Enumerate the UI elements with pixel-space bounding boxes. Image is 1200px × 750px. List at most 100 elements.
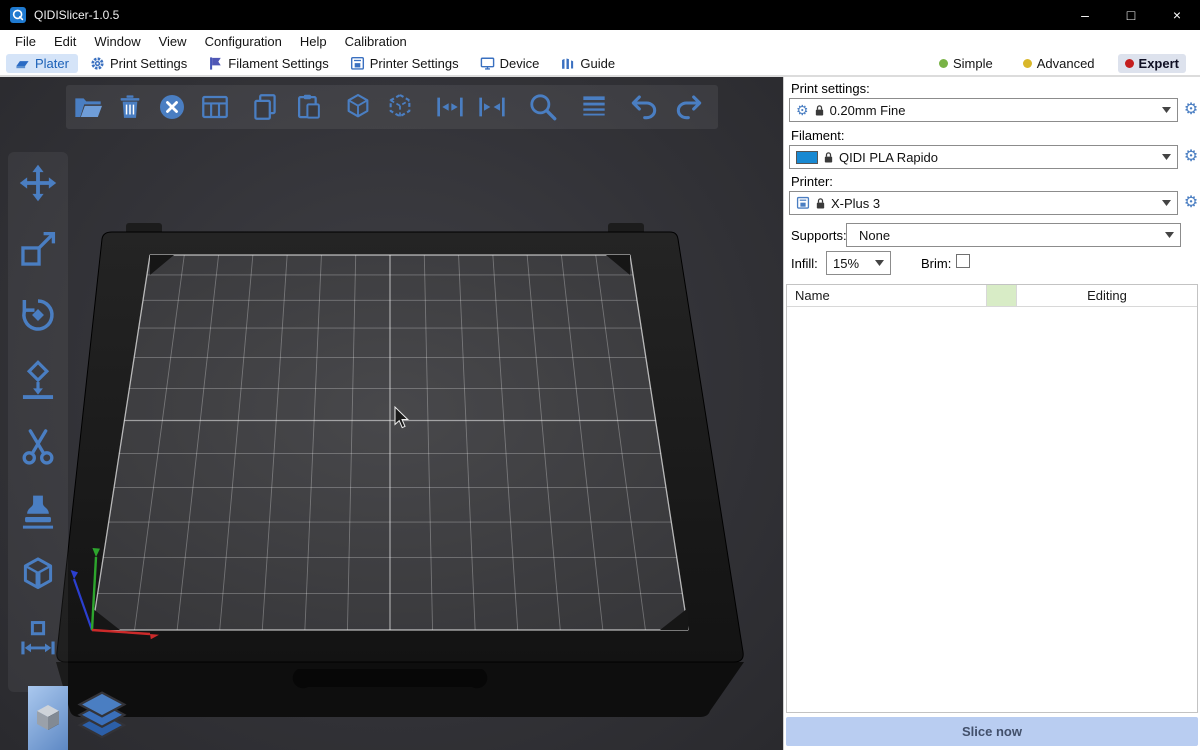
filament-gear-button[interactable]: ⚙ — [1181, 147, 1200, 167]
column-name: Name — [787, 285, 987, 306]
device-icon — [480, 56, 495, 71]
menu-bar: File Edit Window View Configuration Help… — [0, 30, 1200, 52]
filament-color-swatch — [796, 151, 818, 164]
3d-viewport[interactable] — [0, 77, 783, 750]
arrange-button[interactable] — [197, 89, 233, 125]
measure-tool-button[interactable] — [14, 615, 62, 663]
seam-tool-button[interactable] — [14, 551, 62, 599]
minimize-button[interactable]: – — [1062, 0, 1108, 30]
infill-label: Infill: — [791, 256, 818, 271]
place-on-face-tool-button[interactable] — [14, 357, 62, 405]
remove-instance-icon — [384, 91, 416, 123]
place-on-face-icon — [17, 360, 59, 402]
print-bed-canvas[interactable] — [0, 77, 783, 750]
menu-calibration[interactable]: Calibration — [336, 30, 416, 52]
preview-view-icon — [75, 691, 129, 745]
menu-file[interactable]: File — [6, 30, 45, 52]
copy-icon — [249, 91, 281, 123]
move-tool-button[interactable] — [14, 159, 62, 207]
rotate-icon — [17, 294, 59, 336]
mode-advanced[interactable]: Advanced — [1016, 54, 1102, 73]
lock-icon — [814, 104, 825, 117]
3d-editor-view-button[interactable] — [28, 686, 68, 750]
print-settings-gear-button[interactable]: ⚙ — [1181, 100, 1200, 120]
column-extruder — [987, 285, 1017, 306]
maximize-button[interactable]: □ — [1108, 0, 1154, 30]
chevron-down-icon — [1158, 154, 1171, 160]
mode-expert[interactable]: Expert — [1118, 54, 1186, 73]
paste-button[interactable] — [291, 89, 327, 125]
mode-advanced-label: Advanced — [1037, 56, 1095, 71]
close-button[interactable]: × — [1154, 0, 1200, 30]
infill-combo[interactable]: 15% — [826, 251, 891, 275]
printer-icon — [796, 196, 810, 210]
tab-bar: Plater Print Settings Filament Settings … — [0, 52, 1200, 77]
mode-simple[interactable]: Simple — [932, 54, 1000, 73]
print-settings-combo[interactable]: ⚙ 0.20mm Fine — [789, 98, 1178, 122]
tab-device[interactable]: Device — [471, 54, 549, 73]
cut-tool-button[interactable] — [14, 423, 62, 471]
menu-edit[interactable]: Edit — [45, 30, 85, 52]
mode-expert-label: Expert — [1139, 56, 1179, 71]
printer-combo[interactable]: X-Plus 3 — [789, 191, 1178, 215]
app-window: QIDISlicer-1.0.5 – □ × File Edit Window … — [0, 0, 1200, 750]
tab-printer-settings[interactable]: Printer Settings — [341, 54, 468, 73]
bed-handle — [293, 669, 488, 688]
delete-all-button[interactable] — [154, 89, 190, 125]
scale-tool-button[interactable] — [14, 225, 62, 273]
mode-switcher: Simple Advanced Expert — [932, 54, 1194, 73]
supports-combo[interactable]: None — [846, 223, 1181, 247]
copy-button[interactable] — [247, 89, 283, 125]
menu-configuration[interactable]: Configuration — [196, 30, 291, 52]
settings-sidebar: Print settings: ⚙ 0.20mm Fine ⚙ Filament… — [783, 77, 1200, 750]
rotate-tool-button[interactable] — [14, 291, 62, 339]
undo-button[interactable] — [626, 89, 662, 125]
paint-supports-tool-button[interactable] — [14, 487, 62, 535]
redo-button[interactable] — [671, 89, 707, 125]
menu-help[interactable]: Help — [291, 30, 336, 52]
delete-all-icon — [156, 91, 188, 123]
variable-layer-height-button[interactable] — [576, 89, 612, 125]
supports-label: Supports: — [791, 228, 847, 243]
guide-icon — [560, 56, 575, 71]
remove-instance-button[interactable] — [382, 89, 418, 125]
tab-print-settings-label: Print Settings — [110, 56, 187, 71]
brim-checkbox[interactable] — [956, 254, 970, 268]
printer-gear-button[interactable]: ⚙ — [1181, 193, 1200, 213]
open-file-button[interactable] — [70, 89, 106, 125]
preview-view-button[interactable] — [74, 689, 130, 747]
plater-icon — [15, 56, 30, 71]
tab-filament-settings[interactable]: Filament Settings — [199, 54, 337, 73]
object-list[interactable]: Name Editing — [786, 284, 1198, 713]
tab-guide[interactable]: Guide — [551, 54, 624, 73]
filament-combo[interactable]: QIDI PLA Rapido — [789, 145, 1178, 169]
menu-view[interactable]: View — [150, 30, 196, 52]
tab-plater[interactable]: Plater — [6, 54, 78, 73]
add-instance-button[interactable] — [340, 89, 376, 125]
delete-button[interactable] — [112, 89, 148, 125]
supports-value: None — [853, 228, 890, 243]
chevron-down-icon — [1158, 107, 1171, 113]
column-editing: Editing — [1017, 285, 1197, 306]
menu-window[interactable]: Window — [85, 30, 149, 52]
chevron-down-icon — [1161, 232, 1174, 238]
tab-device-label: Device — [500, 56, 540, 71]
delete-icon — [114, 91, 146, 123]
tab-print-settings[interactable]: Print Settings — [81, 54, 196, 73]
simple-mode-dot — [939, 59, 948, 68]
paint-supports-icon — [17, 490, 59, 532]
search-button[interactable] — [525, 89, 561, 125]
slice-now-button[interactable]: Slice now — [786, 717, 1198, 746]
redo-icon — [673, 91, 705, 123]
split-to-objects-button[interactable] — [432, 89, 468, 125]
search-icon — [527, 91, 559, 123]
paste-icon — [293, 91, 325, 123]
printer-label: Printer: — [791, 174, 833, 189]
filament-settings-icon — [208, 56, 223, 71]
split-to-parts-icon — [476, 91, 508, 123]
split-to-parts-button[interactable] — [474, 89, 510, 125]
app-logo-icon — [10, 7, 26, 23]
open-file-icon — [72, 91, 104, 123]
printer-value: X-Plus 3 — [831, 196, 880, 211]
advanced-mode-dot — [1023, 59, 1032, 68]
